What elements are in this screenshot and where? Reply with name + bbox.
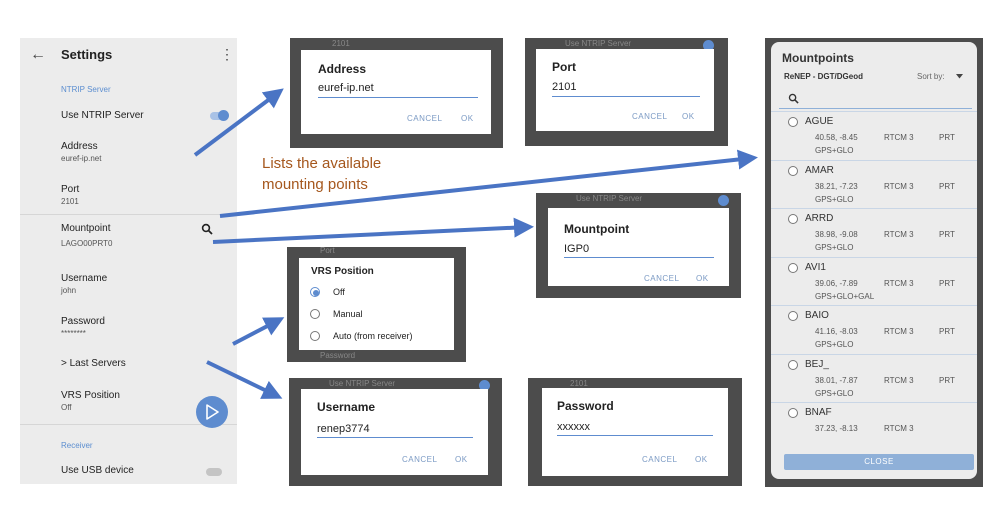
arrow-to-username-dialog [206,360,283,399]
arrow-to-mountpoint-dialog [212,217,534,244]
arrow-to-mountpoints-list [219,149,758,218]
arrow-to-vrs-dialog [232,317,285,346]
arrow-to-address-dialog [193,88,284,157]
annotation-arrows [193,88,758,399]
